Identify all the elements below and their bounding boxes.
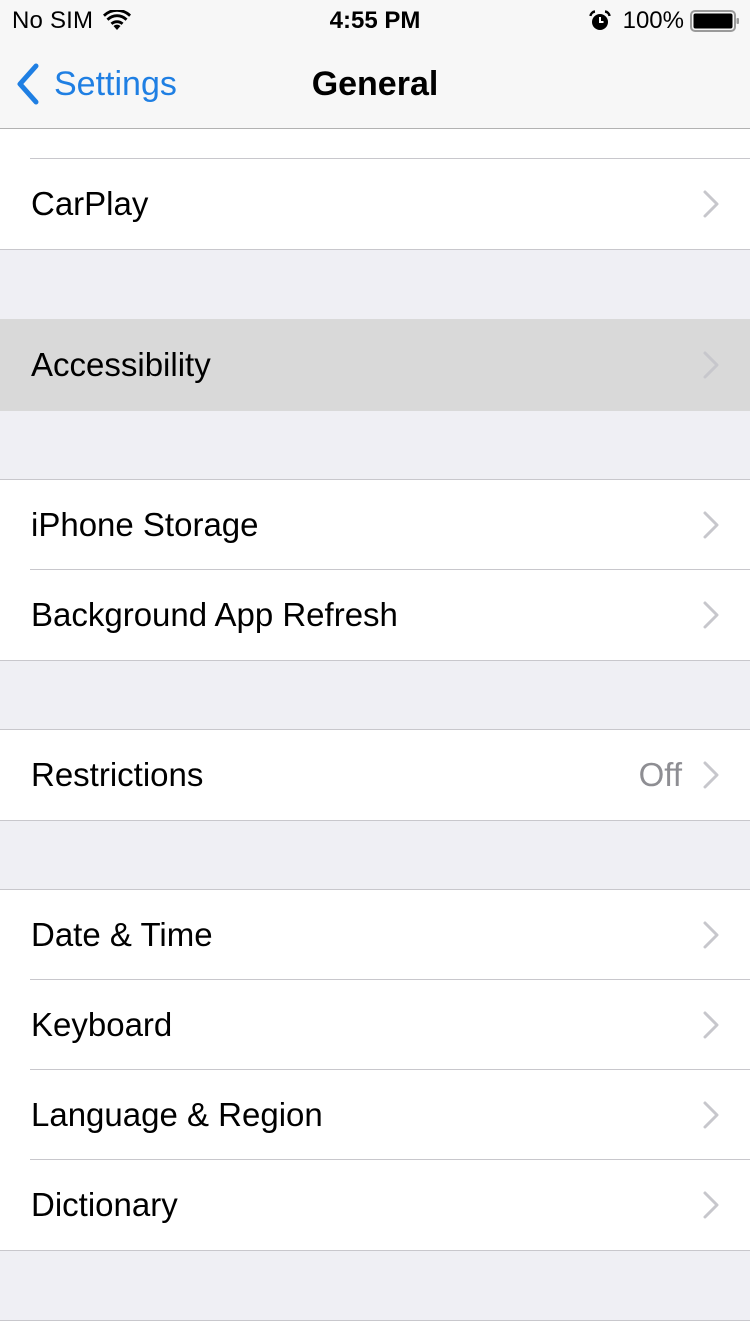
row-label: Keyboard xyxy=(31,1006,173,1043)
settings-group-storage: iPhone Storage Background App Refresh xyxy=(0,479,750,661)
status-bar: No SIM 4:55 PM 100% xyxy=(0,0,750,40)
header: No SIM 4:55 PM 100% Settings General xyxy=(0,0,750,129)
settings-group-restrictions: Restrictions Off xyxy=(0,729,750,821)
chevron-right-icon xyxy=(703,1011,719,1039)
wifi-icon xyxy=(103,10,132,30)
status-right: 100% xyxy=(588,7,740,35)
settings-group-accessibility: Accessibility xyxy=(0,319,750,411)
chevron-right-icon xyxy=(703,761,719,789)
list-item-accessibility[interactable]: Accessibility xyxy=(0,320,750,410)
carrier-label: No SIM xyxy=(12,7,94,34)
list-item-restrictions[interactable]: Restrictions Off xyxy=(0,730,750,820)
battery-icon xyxy=(690,10,739,32)
list-item-language-region[interactable]: Language & Region xyxy=(0,1069,750,1160)
status-left: No SIM xyxy=(12,7,132,35)
row-label: Language & Region xyxy=(31,1096,323,1133)
chevron-right-icon xyxy=(703,921,719,949)
row-label: Date & Time xyxy=(31,916,213,953)
list-item-iphone-storage[interactable]: iPhone Storage xyxy=(0,480,750,570)
back-label: Settings xyxy=(54,64,177,103)
previous-row-remnant xyxy=(0,129,750,159)
row-label: Accessibility xyxy=(31,346,211,383)
chevron-right-icon xyxy=(703,511,719,539)
navigation-bar: Settings General xyxy=(0,40,750,128)
row-label: CarPlay xyxy=(31,185,149,222)
chevron-right-icon xyxy=(703,351,719,379)
chevron-right-icon xyxy=(703,1191,719,1219)
row-label: Restrictions xyxy=(31,756,204,793)
row-label: Background App Refresh xyxy=(31,596,398,633)
list-item-carplay[interactable]: CarPlay xyxy=(0,158,750,249)
page-title: General xyxy=(311,65,439,103)
chevron-right-icon xyxy=(703,1101,719,1129)
row-label: Dictionary xyxy=(31,1186,178,1223)
chevron-right-icon xyxy=(703,601,719,629)
chevron-left-icon xyxy=(17,63,39,105)
settings-group-carplay: CarPlay xyxy=(0,129,750,250)
list-item-background-app-refresh[interactable]: Background App Refresh xyxy=(0,569,750,660)
chevron-right-icon xyxy=(703,190,719,218)
list-item-dictionary[interactable]: Dictionary xyxy=(0,1159,750,1250)
next-group-edge xyxy=(0,1320,750,1334)
row-value: Off xyxy=(638,756,682,793)
list-item-keyboard[interactable]: Keyboard xyxy=(0,979,750,1070)
back-button[interactable]: Settings xyxy=(14,62,177,106)
battery-percent: 100% xyxy=(622,7,684,34)
time-text: 4:55 PM xyxy=(329,7,421,34)
row-label: iPhone Storage xyxy=(31,506,259,543)
list-item-date-time[interactable]: Date & Time xyxy=(0,890,750,980)
alarm-clock-icon xyxy=(588,10,611,30)
settings-group-locale: Date & Time Keyboard Language & Region D… xyxy=(0,889,750,1251)
